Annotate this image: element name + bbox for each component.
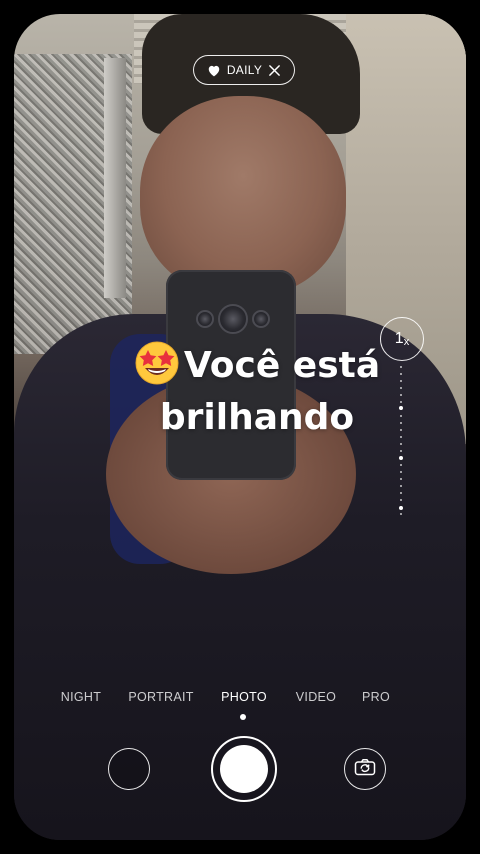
zoom-tick bbox=[400, 443, 402, 445]
scene-mirror-frame bbox=[104, 58, 126, 298]
zoom-button[interactable]: 1x bbox=[380, 317, 424, 361]
star-struck-emoji bbox=[135, 341, 179, 385]
zoom-tick bbox=[400, 436, 402, 438]
caption-overlay: Você está brilhando bbox=[112, 340, 402, 444]
zoom-stop-dot bbox=[399, 506, 403, 510]
flip-camera-icon bbox=[354, 758, 376, 781]
zoom-tick bbox=[400, 401, 402, 403]
zoom-slider[interactable] bbox=[399, 366, 403, 516]
zoom-tick bbox=[400, 373, 402, 375]
scene-phone-lens bbox=[218, 304, 248, 334]
zoom-tick bbox=[400, 387, 402, 389]
zoom-tick bbox=[400, 422, 402, 424]
zoom-tick bbox=[400, 394, 402, 396]
mode-photo[interactable]: PHOTO bbox=[221, 690, 267, 704]
zoom-value: 1 bbox=[394, 330, 404, 347]
zoom-stop-dot bbox=[399, 406, 403, 410]
zoom-tick bbox=[400, 485, 402, 487]
zoom-tick bbox=[400, 464, 402, 466]
scene-face bbox=[140, 96, 346, 296]
zoom-tick bbox=[400, 478, 402, 480]
close-icon[interactable] bbox=[268, 64, 281, 77]
mode-video[interactable]: VIDEO bbox=[296, 690, 336, 704]
mode-pro[interactable]: PRO bbox=[362, 690, 390, 704]
mode-portrait[interactable]: PORTRAIT bbox=[128, 690, 193, 704]
active-mode-indicator bbox=[240, 714, 246, 720]
zoom-tick bbox=[400, 380, 402, 382]
shutter-button[interactable] bbox=[220, 745, 268, 793]
zoom-tick bbox=[400, 429, 402, 431]
mode-night[interactable]: NIGHT bbox=[61, 690, 101, 704]
zoom-tick bbox=[400, 471, 402, 473]
scene-phone-lens bbox=[196, 310, 214, 328]
heart-icon bbox=[207, 64, 221, 77]
zoom-tick bbox=[400, 499, 402, 501]
flip-camera-button[interactable] bbox=[344, 748, 386, 790]
zoom-unit: x bbox=[403, 335, 410, 348]
gallery-button[interactable] bbox=[108, 748, 150, 790]
daily-badge[interactable]: DAILY bbox=[193, 55, 295, 85]
zoom-tick bbox=[400, 492, 402, 494]
scene-phone-lens bbox=[252, 310, 270, 328]
daily-badge-label: DAILY bbox=[226, 63, 263, 77]
mode-selector: NIGHT PORTRAIT PHOTO VIDEO PRO bbox=[0, 690, 480, 708]
zoom-tick bbox=[400, 513, 402, 515]
zoom-tick bbox=[400, 366, 402, 368]
caption-text: Você está brilhando bbox=[159, 345, 381, 438]
zoom-stop-dot bbox=[399, 456, 403, 460]
zoom-tick bbox=[400, 415, 402, 417]
zoom-tick bbox=[400, 450, 402, 452]
